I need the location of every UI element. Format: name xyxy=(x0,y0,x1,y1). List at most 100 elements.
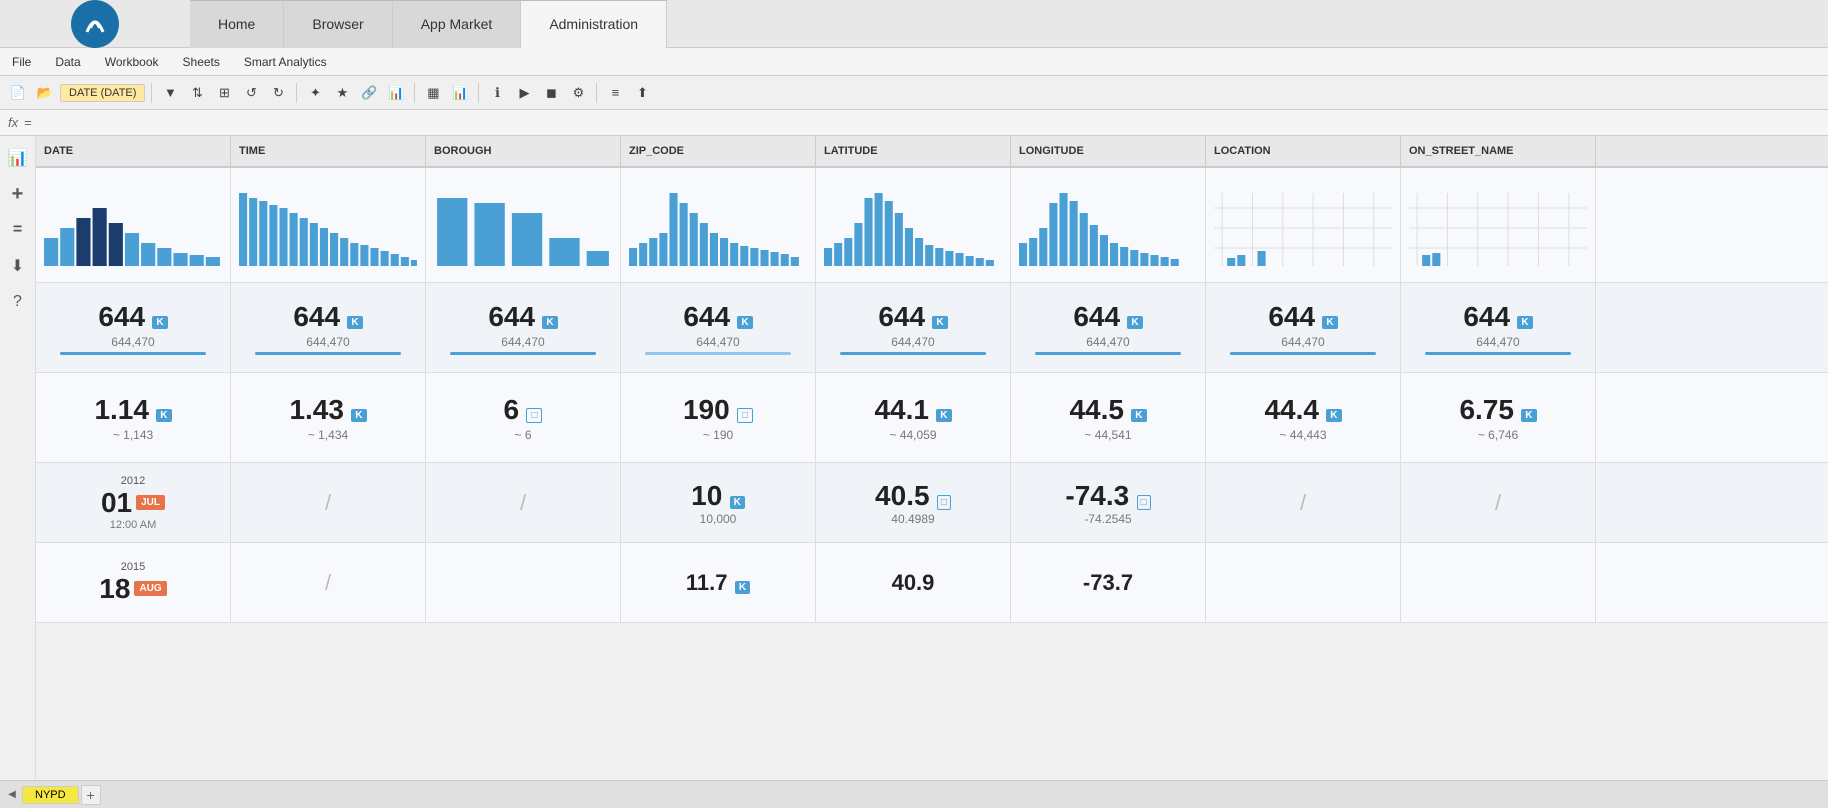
chart-cell-longitude xyxy=(1011,168,1206,282)
date-month-badge-1: JUL xyxy=(136,495,165,510)
col-header-zipcode[interactable]: ZIP_CODE xyxy=(621,136,816,166)
toolbar-settings-btn[interactable]: ⚙ xyxy=(566,81,590,105)
col-header-latitude[interactable]: LATITUDE xyxy=(816,136,1011,166)
stat-cell-lat-2: 44.1 K ~ 44,059 xyxy=(816,373,1011,462)
toolbar-new-btn[interactable]: 📄 xyxy=(6,81,30,105)
lon-sub-1: -74.2545 xyxy=(1084,512,1131,526)
data-cell-lon-2: -73.7 xyxy=(1011,543,1206,622)
stat-bar xyxy=(1230,352,1376,355)
col-header-longitude[interactable]: LONGITUDE xyxy=(1011,136,1206,166)
formula-eq-icon: = xyxy=(24,115,32,130)
toolbar-tooltip: DATE (DATE) xyxy=(60,84,145,102)
toolbar-filter-btn[interactable]: ▼ xyxy=(158,81,182,105)
sidebar-equals-icon[interactable]: = xyxy=(4,216,32,244)
stats-row-2: 1.14 K ~ 1,143 1.43 K ~ 1,434 6 □ ~ 6 xyxy=(36,373,1828,463)
toolbar-sep2 xyxy=(296,83,297,103)
col-header-on-street[interactable]: ON_STREET_NAME xyxy=(1401,136,1596,166)
nav-tab-administration[interactable]: Administration xyxy=(521,0,667,48)
bottom-bar: ◀ NYPD + xyxy=(0,780,1828,808)
col-header-borough[interactable]: BOROUGH xyxy=(426,136,621,166)
data-cell-borough-1: / xyxy=(426,463,621,542)
add-sheet-button[interactable]: + xyxy=(81,785,101,805)
sidebar-add-icon[interactable]: + xyxy=(4,180,32,208)
data-cell-loc-1: / xyxy=(1206,463,1401,542)
lat-badge-1: □ xyxy=(937,495,951,510)
toolbar: 📄 📂 DATE (DATE) ▼ ⇅ ⊞ ↺ ↻ ✦ ★ 🔗 📊 ▦ 📊 ℹ … xyxy=(0,76,1828,110)
menu-workbook[interactable]: Workbook xyxy=(101,53,163,71)
lon-badge-1: □ xyxy=(1137,495,1151,510)
lat-sub-1: 40.4989 xyxy=(891,512,934,526)
chart-cell-time xyxy=(231,168,426,282)
toolbar-sep5 xyxy=(596,83,597,103)
toolbar-export-btn[interactable]: ⬆ xyxy=(630,81,654,105)
scroll-left-btn[interactable]: ◀ xyxy=(4,787,20,803)
data-cell-lat-1: 40.5 □ 40.4989 xyxy=(816,463,1011,542)
toolbar-redo-btn[interactable]: ↻ xyxy=(266,81,290,105)
slash-icon-2: / xyxy=(520,490,526,516)
toolbar-list-btn[interactable]: ≡ xyxy=(603,81,627,105)
data-cell-date-1: 2012 01 JUL 12:00 AM xyxy=(36,463,231,542)
toolbar-stop-btn[interactable]: ◼ xyxy=(539,81,563,105)
stat-cell-lon-2: 44.5 K ~ 44,541 xyxy=(1011,373,1206,462)
toolbar-link-btn[interactable]: 🔗 xyxy=(357,81,381,105)
stat-cell-loc-2: 44.4 K ~ 44,443 xyxy=(1206,373,1401,462)
menu-smart-analytics[interactable]: Smart Analytics xyxy=(240,53,331,71)
toolbar-play-btn[interactable]: ▶ xyxy=(512,81,536,105)
lon-number-1: -74.3 xyxy=(1065,480,1129,511)
stat-cell-zip-1: 644 K 644,470 xyxy=(621,283,816,372)
chart-cell-location xyxy=(1206,168,1401,282)
menu-file[interactable]: File xyxy=(8,53,35,71)
sidebar-help-icon[interactable]: ? xyxy=(4,288,32,316)
date-time-1: 12:00 AM xyxy=(110,519,156,531)
toolbar-table-btn[interactable]: ▦ xyxy=(421,81,445,105)
stat-cell-date-2: 1.14 K ~ 1,143 xyxy=(36,373,231,462)
toolbar-pivot-btn[interactable]: ⊞ xyxy=(212,81,236,105)
toolbar-bar-chart-btn[interactable]: 📊 xyxy=(448,81,472,105)
date-day-1: 01 xyxy=(101,487,132,519)
data-cell-time-2: / xyxy=(231,543,426,622)
toolbar-sort-btn[interactable]: ⇅ xyxy=(185,81,209,105)
top-nav: Home Browser App Market Administration xyxy=(0,0,1828,48)
data-cell-street-2 xyxy=(1401,543,1596,622)
sidebar-download-icon[interactable]: ⬇ xyxy=(4,252,32,280)
data-cell-street-1: / xyxy=(1401,463,1596,542)
nav-tabs: Home Browser App Market Administration xyxy=(190,0,667,48)
chart-cell-zipcode xyxy=(621,168,816,282)
nav-tab-appmarket[interactable]: App Market xyxy=(393,0,522,48)
stat-value: 644 K xyxy=(98,301,167,333)
sheet-tab-nypd[interactable]: NYPD xyxy=(22,786,79,804)
toolbar-info-btn[interactable]: ℹ xyxy=(485,81,509,105)
left-sidebar: 📊 + = ⬇ ? xyxy=(0,136,36,780)
data-cell-borough-2 xyxy=(426,543,621,622)
grid-container: DATE TIME BOROUGH ZIP_CODE LATITUDE LONG… xyxy=(36,136,1828,780)
col-header-location[interactable]: LOCATION xyxy=(1206,136,1401,166)
nav-tab-home[interactable]: Home xyxy=(190,0,284,48)
stat-bar xyxy=(450,352,596,355)
toolbar-undo-btn[interactable]: ↺ xyxy=(239,81,263,105)
toolbar-analytics-btn[interactable]: 📊 xyxy=(384,81,408,105)
sidebar-chart-icon[interactable]: 📊 xyxy=(4,144,32,172)
data-cell-zip-2: 11.7 K xyxy=(621,543,816,622)
toolbar-open-btn[interactable]: 📂 xyxy=(33,81,57,105)
grid-header: DATE TIME BOROUGH ZIP_CODE LATITUDE LONG… xyxy=(36,136,1828,168)
col-header-date[interactable]: DATE xyxy=(36,136,231,166)
zip-sub-1: 10,000 xyxy=(700,512,737,526)
chart-cell-borough xyxy=(426,168,621,282)
data-row-2: 2015 18 AUG / 11.7 K xyxy=(36,543,1828,623)
stat-bar xyxy=(1425,352,1571,355)
toolbar-chart-btn[interactable]: ✦ xyxy=(303,81,327,105)
nav-tab-browser[interactable]: Browser xyxy=(284,0,392,48)
menu-sheets[interactable]: Sheets xyxy=(179,53,224,71)
stats-row-1: 644 K 644,470 644 K 644,470 644 K 6 xyxy=(36,283,1828,373)
stat-bar xyxy=(255,352,401,355)
zip-badge-1: K xyxy=(730,496,745,509)
app-logo xyxy=(71,0,119,48)
col-header-time[interactable]: TIME xyxy=(231,136,426,166)
stat-cell-time-1: 644 K 644,470 xyxy=(231,283,426,372)
menu-data[interactable]: Data xyxy=(51,53,84,71)
toolbar-star-btn[interactable]: ★ xyxy=(330,81,354,105)
stat-cell-borough-1: 644 K 644,470 xyxy=(426,283,621,372)
toolbar-sep4 xyxy=(478,83,479,103)
slash-icon-4: / xyxy=(1495,490,1501,516)
stat-bar xyxy=(60,352,206,355)
